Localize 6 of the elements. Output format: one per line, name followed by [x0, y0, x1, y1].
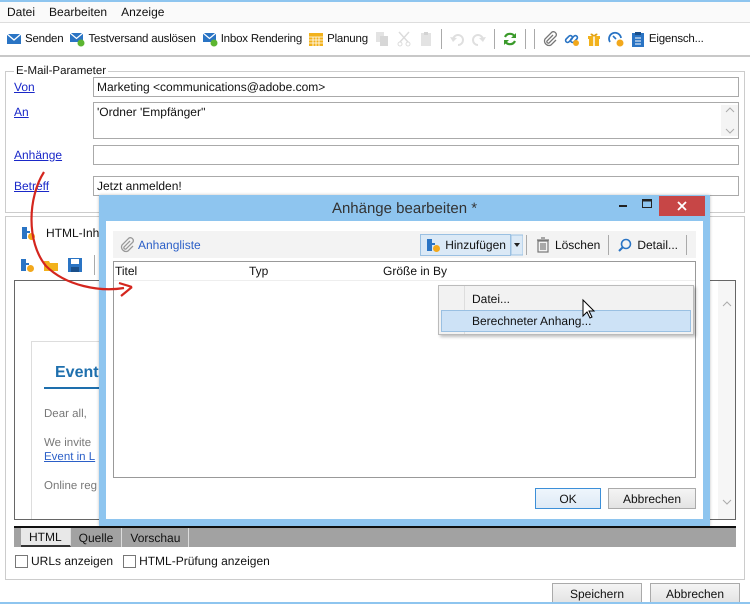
list-label: Anhangliste	[138, 238, 201, 252]
email-text: We invite	[44, 437, 92, 449]
dialog-title: Anhänge bearbeiten *	[332, 200, 478, 216]
group-title: E-Mail-Parameter	[15, 65, 108, 77]
email-text: Online reg	[44, 480, 98, 492]
email-text: Dear all,	[44, 408, 88, 420]
